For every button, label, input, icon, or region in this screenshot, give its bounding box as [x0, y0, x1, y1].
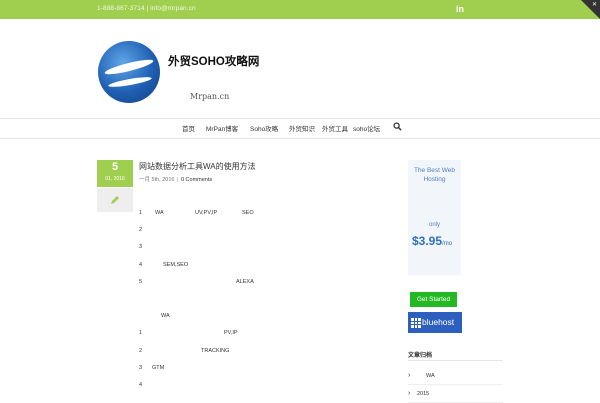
ad-only-label: only [428, 222, 440, 228]
content-line-num: 4 [139, 382, 143, 388]
archive-widget-title: 文章归档 [408, 353, 433, 359]
globe-logo-icon [98, 41, 160, 103]
logo-subtitle: Mrpan.cn [190, 92, 230, 101]
post-format-box [97, 188, 133, 212]
logo-title: 外贸SOHO攻略网 [168, 56, 260, 68]
post-title[interactable]: 网站数据分析工具WA的使用方法 [139, 161, 256, 172]
post-date-badge: 5 01, 2016 [97, 160, 133, 187]
ad-title: The Best Web Hosting [413, 167, 456, 183]
archive-item-label: 2015 [417, 391, 430, 397]
content-line-num: 2 [139, 348, 143, 354]
content-line-text: TRACKING [201, 348, 230, 354]
content-line-text: GTM [152, 365, 165, 371]
content-line-num: 4 [139, 262, 143, 268]
ad-price-value: $3.95 [412, 234, 443, 248]
nav-item-mrpan-blog[interactable]: MrPan博客 [206, 123, 238, 133]
chevron-right-icon: › [408, 372, 411, 379]
nav-item-soho-guide[interactable]: Soho攻略 [250, 123, 278, 133]
search-icon[interactable] [393, 122, 402, 131]
content-line-text: SEM,SEO [163, 262, 189, 268]
post-comments-link[interactable]: 0 Comments [181, 177, 212, 183]
get-started-button[interactable]: Get Started [410, 292, 457, 307]
content-line-text: SEO [242, 210, 254, 216]
contact-info: 1-888-867-3714 | info@mrpan.cn [97, 5, 196, 12]
bluehost-logo-text: bluehost [422, 317, 455, 327]
nav-item-soho-forum[interactable]: soho论坛 [353, 123, 380, 133]
content-line-num: 2 [139, 227, 143, 233]
content-line-num: 5 [139, 279, 143, 285]
main-navigation: 首页 MrPan博客 Soho攻略 外贸知识 外贸工具 soho论坛 [0, 118, 600, 139]
top-bar: 1-888-867-3714 | info@mrpan.cn in [0, 0, 600, 19]
sliding-bar-toggle[interactable] [581, 0, 600, 19]
site-header: 外贸SOHO攻略网 Mrpan.cn [0, 19, 600, 118]
content-line-text: WA [155, 210, 164, 216]
content-line-num: 1 [139, 330, 143, 336]
ad-price: $3.95/mo [412, 234, 452, 248]
content-line-text: WA [161, 313, 170, 319]
content-line-num: 3 [139, 365, 143, 371]
bluehost-banner[interactable]: bluehost [408, 312, 462, 333]
nav-item-trade-tools[interactable]: 外贸工具 [322, 123, 348, 133]
post-month-year: 01, 2016 [105, 176, 125, 182]
content-line-num: 1 [139, 210, 143, 216]
pencil-icon [111, 196, 119, 204]
ad-price-period: /mo [442, 241, 453, 247]
post-meta-date: 一月 5th, 2016 [139, 177, 175, 183]
post-meta: 一月 5th, 2016 | 0 Comments [139, 175, 212, 183]
content-line-num: 3 [139, 244, 143, 250]
nav-item-home[interactable]: 首页 [182, 123, 195, 133]
bluehost-grid-icon [411, 318, 421, 328]
content-line-text: PV,IP [224, 330, 238, 336]
post-day: 5 [111, 161, 119, 173]
chevron-right-icon: › [408, 390, 411, 397]
archive-list-item[interactable]: › 2015 [408, 385, 503, 403]
content-line-text: UV,PV,IP [195, 210, 218, 216]
meta-separator: | [177, 177, 179, 183]
archive-list-item[interactable]: › WA [408, 367, 503, 385]
widget-divider [408, 360, 503, 361]
archive-item-label: WA [426, 373, 435, 379]
linkedin-icon[interactable]: in [456, 4, 464, 14]
close-icon[interactable]: ✕ [592, 1, 597, 8]
nav-item-trade-knowledge[interactable]: 外贸知识 [289, 123, 315, 133]
site-logo[interactable]: 外贸SOHO攻略网 Mrpan.cn [98, 39, 268, 119]
hosting-ad[interactable]: The Best Web Hosting only $3.95/mo [408, 160, 461, 275]
content-line-text: ALEXA [236, 279, 254, 285]
